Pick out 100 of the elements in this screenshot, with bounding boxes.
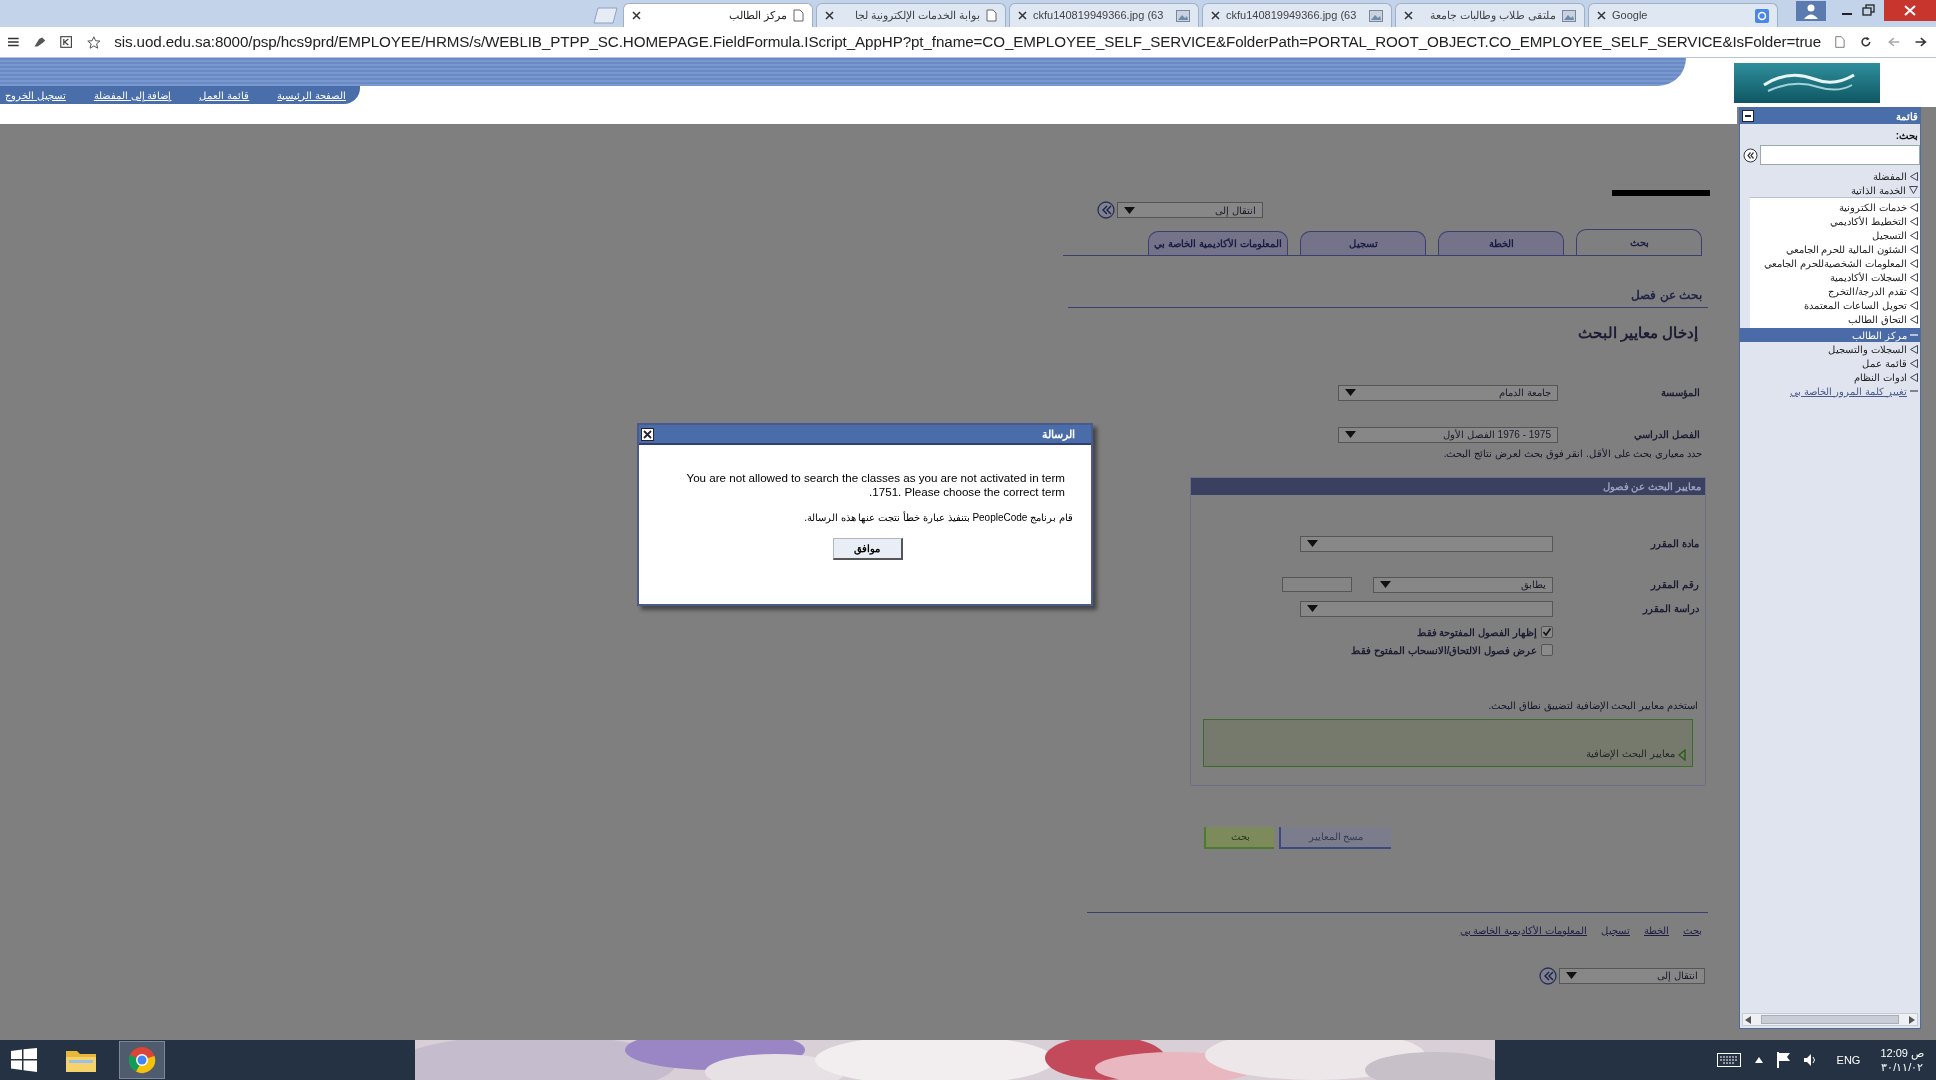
scrollbar-thumb[interactable]	[1761, 1015, 1899, 1024]
horizontal-scrollbar[interactable]	[1742, 1013, 1918, 1026]
browser-tab[interactable]: ملتقى طلاب وطالبات جامعة	[1395, 3, 1585, 27]
page-icon[interactable]	[1835, 34, 1845, 50]
taskbar-app-button[interactable]	[119, 1041, 165, 1079]
sidebar-item[interactable]: التخطيط الأكاديمي	[1750, 214, 1920, 228]
tab-title: مركز الطالب	[727, 8, 787, 24]
footer-link[interactable]: الخطة	[1644, 922, 1669, 938]
ok-button[interactable]: موافق	[832, 538, 903, 560]
double-chevron-icon[interactable]	[1743, 147, 1758, 163]
tab-title: بوابة الخدمات الإلكترونية لجا	[853, 8, 980, 24]
scroll-right-icon[interactable]	[1909, 1015, 1915, 1024]
sidebar-item[interactable]: مركز الطالب	[1740, 328, 1920, 342]
sidebar-item[interactable]: الشئون المالية للحرم الجامعي	[1750, 242, 1920, 256]
windows-start-icon[interactable]	[11, 1048, 37, 1072]
field-label: دراسة المقرر	[1641, 602, 1700, 616]
show-hidden-icons-icon[interactable]	[1754, 1057, 1763, 1063]
sidebar-item[interactable]: قائمة عمل	[1740, 356, 1920, 370]
sidebar-item[interactable]: الخدمة الذاتية	[1740, 183, 1920, 197]
sidebar-item[interactable]: المفضلة	[1740, 169, 1920, 183]
field-label: الفصل الدراسي	[1633, 428, 1701, 442]
keyboard-icon[interactable]	[1716, 1053, 1741, 1067]
flag-icon[interactable]	[1776, 1052, 1791, 1068]
dropdown[interactable]: انتقال إلى	[1117, 202, 1263, 218]
sidebar-item[interactable]: التحاق الطالب	[1750, 312, 1920, 326]
check-icon	[1542, 627, 1552, 637]
sidebar-item[interactable]: التسجيل	[1750, 228, 1920, 242]
star-icon[interactable]	[86, 33, 101, 51]
tab-title: ملتقى طلاب وطالبات جامعة	[1428, 8, 1556, 24]
dropdown-arrow-icon	[1124, 206, 1135, 214]
language-indicator[interactable]: ENG	[1836, 1051, 1861, 1069]
tab-title: ckfu140819949366.jpg (63	[1033, 8, 1165, 24]
close-icon[interactable]	[632, 11, 641, 20]
clock[interactable]: 12:09 ص ٣٠/١١/٠٢	[1880, 1046, 1924, 1074]
scroll-left-icon[interactable]	[1745, 1015, 1751, 1024]
bookmark-box-icon[interactable]	[60, 34, 73, 50]
nav-link[interactable]: قائمة العمل	[199, 87, 250, 103]
close-icon[interactable]	[1018, 11, 1027, 20]
dropdown[interactable]: جامعة الدمام	[1338, 384, 1558, 401]
close-icon[interactable]	[1211, 11, 1220, 20]
sidebar-item[interactable]: السجلات الأكاديمية	[1750, 270, 1920, 284]
sidebar-title: قائمة	[1896, 109, 1918, 124]
browser-tab[interactable]: مركز الطالب	[623, 3, 813, 27]
panel-header: معايير البحث عن فصول	[1191, 477, 1705, 495]
close-icon[interactable]	[641, 427, 654, 441]
text-input[interactable]	[1282, 577, 1352, 592]
dropdown-arrow-icon	[1380, 581, 1391, 588]
triangle-icon	[1678, 748, 1686, 761]
field-label: رقم المقرر	[1649, 578, 1700, 592]
tab-title: ckfu140819949366.jpg (63	[1226, 8, 1358, 24]
nav-link[interactable]: الصفحة الرئيسية	[277, 87, 346, 103]
dropdown[interactable]: يطابق	[1373, 576, 1553, 593]
dropdown[interactable]: 1975 - 1976 الفصل الأول	[1338, 426, 1558, 443]
menu-icon[interactable]	[8, 36, 19, 48]
page-tab[interactable]: بحث	[1576, 229, 1702, 255]
additional-criteria-label: معايير البحث الإضافية	[1586, 746, 1675, 761]
dialog-title: الرسالة	[1042, 426, 1076, 443]
image-icon	[1562, 9, 1576, 22]
dropdown[interactable]: انتقال إلى	[1559, 967, 1705, 984]
browser-tab[interactable]: Google	[1588, 3, 1778, 27]
checkbox[interactable]	[1541, 626, 1553, 638]
dash-icon	[1910, 333, 1918, 337]
dropdown-arrow-icon	[1345, 431, 1356, 438]
dropdown-arrow-icon	[1307, 605, 1318, 612]
close-window-button[interactable]	[1884, 0, 1936, 21]
collapse-icon[interactable]	[1742, 110, 1754, 122]
sidebar-item[interactable]: المعلومات الشخصيةللحرم الجامعي	[1750, 256, 1920, 270]
close-icon[interactable]	[825, 11, 834, 20]
sidebar-item[interactable]: تغيير كلمة المرور الخاصة بي	[1740, 384, 1920, 398]
search-field[interactable]	[1760, 145, 1920, 165]
note-text: استخدم معايير البحث الإضافية لتضييق نطاق البحث.	[1487, 698, 1698, 713]
dropdown-arrow-icon	[1345, 389, 1356, 396]
sidebar-item[interactable]: السجلات والتسجيل	[1740, 342, 1920, 356]
footer-link[interactable]: المعلومات الأكاديمية الخاصة بي	[1459, 922, 1587, 938]
browser-tab[interactable]: ckfu140819949366.jpg (63	[1202, 3, 1392, 27]
page-icon	[793, 9, 804, 22]
close-icon[interactable]	[1404, 11, 1413, 20]
sidebar-item[interactable]: تحويل الساعات المعتمدة	[1750, 298, 1920, 312]
dialog-detail: قام برنامج PeopleCode بتنفيذ عبارة خطأ نتجت عنها هذه الرسالة.	[803, 510, 1073, 525]
search-label: بحث:	[1894, 129, 1919, 143]
footer-link[interactable]: بحث	[1683, 922, 1702, 938]
page-heading: إدخال معايير البحث	[1576, 323, 1698, 344]
checkbox-label: إظهار الفصول المفتوحة فقط	[1416, 625, 1537, 640]
checkbox[interactable]	[1541, 644, 1553, 656]
browser-tab[interactable]: ckfu140819949366.jpg (63	[1009, 3, 1199, 27]
close-icon[interactable]	[1597, 11, 1606, 20]
user-icon[interactable]	[1796, 1, 1826, 21]
additional-criteria-section[interactable]: معايير البحث الإضافية	[1203, 718, 1693, 767]
nav-link[interactable]: تسجيل الخروج	[5, 87, 66, 103]
field-label: المؤسسة	[1660, 386, 1701, 400]
nav-link[interactable]: إضافة إلى المفضلة	[93, 87, 172, 103]
browser-tab[interactable]: بوابة الخدمات الإلكترونية لجا	[816, 3, 1006, 27]
url-text[interactable]: sis.uod.edu.sa:8000/psp/hcs9prd/EMPLOYEE/HRMS/s/WEBLIB_PTPP_SC.HOMEPAGE.FieldFormula.IScript_AppHP?pt_fname=CO_EMPLOYEE_SELF_SERVICE&FolderPath=PORTAL_ROOT_OBJECT.CO_EMPLOYEE_SELF_SERVICE&IsFolder=true	[114, 30, 1822, 54]
sidebar-item[interactable]: خدمات الكترونية	[1750, 200, 1920, 214]
browser-icon	[128, 1046, 156, 1074]
sidebar-item[interactable]: تقدم الدرجة/التخرج	[1750, 284, 1920, 298]
dropdown-arrow-icon	[1307, 540, 1318, 547]
sidebar-item[interactable]: ادوات النظام	[1740, 370, 1920, 384]
page-icon	[986, 9, 997, 22]
footer-link[interactable]: تسجيل	[1601, 922, 1630, 938]
